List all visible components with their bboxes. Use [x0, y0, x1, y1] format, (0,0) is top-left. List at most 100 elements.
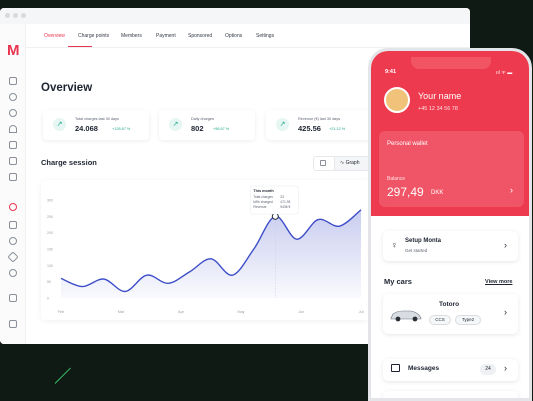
stat-change: +96.67 %	[213, 127, 230, 131]
chevron-right-icon: ›	[504, 363, 507, 373]
wrench-icon[interactable]	[7, 251, 19, 263]
user-avatar[interactable]	[384, 87, 410, 113]
phone-notch	[411, 57, 491, 69]
y-tick-label: 300	[47, 199, 53, 203]
balance-label: Balance	[387, 176, 406, 182]
wallet-icon[interactable]	[9, 141, 17, 149]
stat-value: 802	[191, 124, 204, 133]
view-more-link[interactable]: View more	[485, 279, 512, 285]
tooltip-row-value: 23	[280, 195, 284, 199]
trend-up-icon: ↗	[276, 118, 289, 131]
document-icon[interactable]	[9, 157, 17, 165]
decorative-line	[54, 367, 71, 384]
plug-icon[interactable]	[9, 294, 17, 302]
stat-card-revenue[interactable]: ↗ Revenue (€) last 30 days 425.56 +21.12…	[266, 110, 372, 140]
messages-count-badge: 24	[480, 364, 496, 375]
printer-icon[interactable]	[9, 173, 17, 181]
x-tick-label: Apr	[178, 310, 185, 314]
charge-session-title: Charge session	[41, 158, 97, 167]
y-tick-label: 250	[47, 215, 53, 219]
stat-value: 24.068	[75, 124, 98, 133]
trend-up-icon: ↗	[169, 118, 182, 131]
tab-charge-points[interactable]: Charge points	[78, 33, 109, 39]
window-titlebar	[0, 8, 470, 24]
y-tick-label: 100	[47, 264, 53, 268]
mobile-app: 9:41 ııl ᯤ ▬ Your name +45 12 34 56 78 P…	[368, 48, 532, 401]
setup-title: Setup Monta	[405, 238, 441, 244]
window-minimize-dot[interactable]	[13, 13, 18, 18]
lightbulb-icon: ♀	[391, 240, 398, 250]
x-tick-label: Jun	[298, 310, 304, 314]
y-tick-label: 200	[47, 231, 53, 235]
brand-logo[interactable]: M	[7, 42, 20, 59]
connector-tag: CCS	[429, 315, 451, 325]
y-tick-label: 150	[47, 248, 53, 252]
chart-area-fill	[61, 209, 361, 298]
gauge-icon[interactable]	[9, 93, 17, 101]
trend-up-icon: ↗	[53, 118, 66, 131]
tab-settings[interactable]: Settings	[256, 33, 274, 39]
cart-icon[interactable]	[9, 320, 17, 328]
stat-label: Daily charges	[191, 117, 215, 121]
messages-row[interactable]: Messages 24 ›	[383, 359, 518, 381]
table-view-icon[interactable]	[320, 160, 326, 166]
stat-card-daily-charges[interactable]: ↗ Daily charges 802 +96.67 %	[159, 110, 255, 140]
tab-sponsored[interactable]: Sponsored	[188, 33, 212, 39]
my-cars-heading: My cars	[384, 277, 412, 286]
user-phone: +45 12 34 56 78	[418, 106, 458, 112]
x-tick-label: Feb	[58, 310, 65, 314]
receipt-icon[interactable]	[9, 221, 17, 229]
x-tick-label: Jul	[359, 310, 364, 314]
tab-payment[interactable]: Payment	[156, 33, 176, 39]
add-user-icon[interactable]	[9, 269, 17, 277]
settings-icon[interactable]	[9, 237, 17, 245]
chart-canvas: 0 50 100 150 200 250 300 Feb Mar Apr May Jun Jul This…	[47, 185, 364, 314]
car-name: Totoro	[439, 301, 460, 308]
page-title: Overview	[41, 82, 93, 94]
status-time: 9:41	[385, 69, 397, 75]
left-rail: M	[0, 24, 26, 344]
view-toggle: ∿ Graph	[313, 156, 372, 171]
message-icon	[391, 364, 400, 372]
stat-card-total-charges[interactable]: ↗ Total charges last 30 days 24.068 +126…	[43, 110, 149, 140]
tooltip-title: This month	[253, 189, 274, 193]
wallet-title: Personal wallet	[387, 141, 428, 147]
tooltip-row-label: kWh charged	[253, 200, 273, 204]
stat-change: +126.67 %	[112, 127, 131, 131]
members-icon[interactable]	[9, 203, 17, 211]
phone-header: 9:41 ııl ᯤ ▬ Your name +45 12 34 56 78 P…	[371, 51, 529, 216]
car-card[interactable]: Totoro CCS Type2 ›	[383, 294, 518, 334]
tooltip-row-label: Revenue	[253, 205, 266, 209]
globe-icon[interactable]	[9, 109, 17, 117]
stat-label: Revenue (€) last 30 days	[298, 117, 341, 121]
personal-wallet-card[interactable]: Personal wallet Balance 297,49 DKK ›	[379, 131, 524, 207]
graph-view-label: Graph	[345, 160, 360, 166]
window-close-dot[interactable]	[5, 13, 10, 18]
car-icon	[390, 310, 422, 322]
list-item[interactable]	[383, 391, 518, 398]
tab-overview[interactable]: Overview	[44, 33, 65, 39]
tab-members[interactable]: Members	[121, 33, 142, 39]
setup-monta-card[interactable]: ♀ Setup Monta Get started ›	[383, 231, 518, 261]
connector-tag: Type2	[455, 315, 481, 325]
graph-view-button[interactable]: ∿ Graph	[334, 157, 372, 170]
y-tick-label: 0	[47, 297, 49, 301]
balance-value: 297,49	[387, 185, 424, 199]
active-tab-indicator	[68, 46, 92, 47]
calendar-icon[interactable]	[9, 77, 17, 85]
messages-label: Messages	[408, 365, 440, 372]
y-tick-label: 50	[47, 280, 51, 284]
stat-value: 425.56	[298, 124, 321, 133]
x-tick-label: May	[237, 310, 244, 314]
user-name: Your name	[418, 91, 462, 101]
tab-options[interactable]: Options	[225, 33, 242, 39]
chevron-right-icon: ›	[504, 307, 507, 317]
x-tick-label: Mar	[118, 310, 125, 314]
balance-currency: DKK	[431, 190, 444, 196]
location-icon[interactable]	[9, 125, 17, 133]
signal-battery-icon: ııl ᯤ ▬	[496, 70, 513, 76]
tooltip-row-value: 471,93	[280, 200, 290, 204]
window-maximize-dot[interactable]	[21, 13, 26, 18]
chevron-right-icon: ›	[510, 185, 513, 195]
tooltip-row-value: 9436 €	[280, 205, 290, 209]
